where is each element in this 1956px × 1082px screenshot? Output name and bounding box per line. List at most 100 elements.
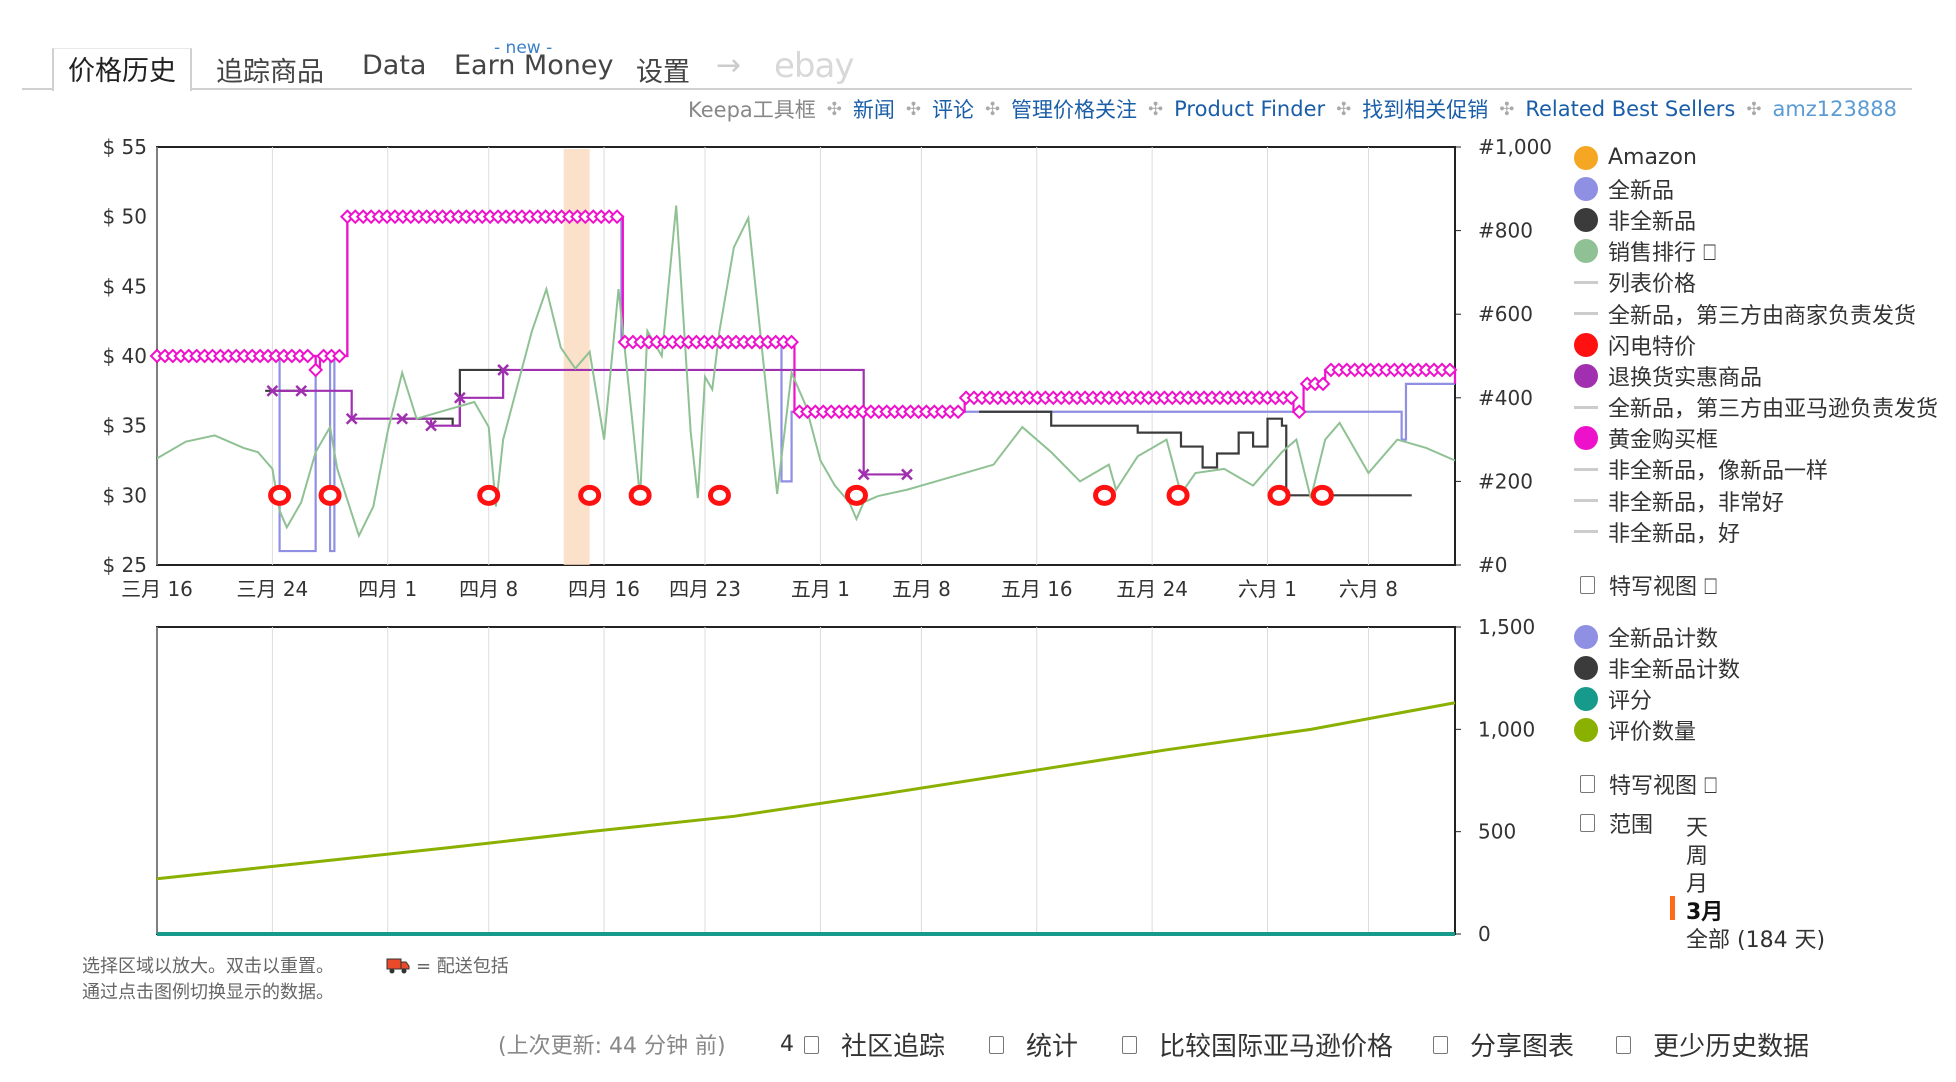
option-label: 分享图表 [1470, 1032, 1575, 1062]
legend-item[interactable]: 全新品计数 [1574, 621, 1740, 652]
legend-label: 评价数量 [1608, 719, 1697, 745]
account-link[interactable]: amz123888 [1772, 97, 1897, 121]
range-option[interactable]: 天 [1686, 810, 1886, 841]
legend-item[interactable]: Amazon [1574, 142, 1938, 173]
range-option[interactable]: 周 [1686, 838, 1886, 869]
legend-item[interactable]: 退换货实惠商品 [1574, 360, 1938, 391]
option-checkbox[interactable] [804, 1035, 819, 1054]
count-y-tick-label: 1,500 [1478, 615, 1535, 639]
lightning-deal-marker[interactable] [318, 484, 342, 506]
truck-icon [386, 955, 410, 979]
legend-item[interactable]: 销售排行 ⎕ [1574, 236, 1938, 267]
legend-label: 退换货实惠商品 [1608, 365, 1763, 391]
option-checkbox[interactable] [989, 1035, 1005, 1054]
legend-item[interactable]: 评价数量 [1574, 714, 1740, 745]
legend-label: 全新品，第三方由商家负责发货 [1608, 303, 1917, 329]
legend-item[interactable]: 黄金购买框 [1574, 423, 1938, 454]
legend-item[interactable]: 全新品，第三方由商家负责发货 [1574, 298, 1938, 329]
separator-icon: ✣ [1746, 98, 1762, 120]
price-legend: Amazon 全新品 非全新品销售排行 ⎕ 列表价格全新品，第三方由商家负责发货 闪电特… [1574, 142, 1938, 547]
x-tick-label: 四月 8 [459, 577, 518, 601]
legend-item[interactable]: 全新品，第三方由亚马逊负责发货 [1574, 392, 1938, 423]
y-tick-label: $ 45 [102, 274, 147, 298]
closeup-checkbox[interactable] [1580, 576, 1595, 594]
count-y-tick-label: 0 [1478, 922, 1491, 946]
x-tick-label: 三月 24 [236, 577, 308, 601]
lightning-deal-marker[interactable] [268, 484, 292, 506]
legend-label: 全新品，第三方由亚马逊负责发货 [1608, 397, 1939, 423]
y-tick-label: $ 35 [102, 414, 147, 438]
legend-label: Amazon [1608, 145, 1697, 171]
range-selected-marker [1670, 896, 1675, 920]
option-checkbox[interactable] [1122, 1035, 1138, 1054]
legend-item[interactable]: 非全新品，好 [1574, 516, 1938, 547]
bottom-option[interactable]: 比较国际亚马逊价格 [1122, 1026, 1393, 1063]
series-dash-icon [1574, 530, 1598, 534]
legend-label: 闪电特价 [1608, 334, 1697, 360]
community-count: 4 [780, 1032, 794, 1057]
option-checkbox[interactable] [1616, 1035, 1632, 1054]
lightning-deal-marker[interactable] [1310, 484, 1334, 506]
legend-item[interactable]: 非全新品，非常好 [1574, 485, 1938, 516]
lightning-deal-marker[interactable] [477, 484, 501, 506]
closeup-toggle-price[interactable]: 特写视图 ⎕ [1580, 570, 1717, 600]
series-dash-icon [1574, 312, 1598, 316]
bottom-option[interactable]: 分享图表 [1433, 1026, 1574, 1063]
legend-item[interactable]: 全新品 [1574, 173, 1938, 204]
range-options: 天周月 3月 全部 (184 天) [1670, 810, 1886, 953]
count-chart-frame [156, 626, 1456, 935]
shipping-note: = 配送包括 [416, 956, 509, 977]
y2-tick-label: #1,000 [1478, 135, 1552, 159]
range-option[interactable]: 月 [1686, 866, 1886, 897]
x-tick-label: 四月 1 [358, 577, 417, 601]
series-dot-icon [1574, 717, 1598, 742]
series-dash-icon [1574, 499, 1598, 503]
series-dash-icon [1574, 467, 1598, 471]
bottom-option[interactable]: 统计 [989, 1026, 1078, 1063]
legend-item[interactable]: 非全新品计数 [1574, 652, 1740, 683]
legend-label: 非全新品，好 [1608, 521, 1741, 547]
y2-tick-label: #400 [1478, 386, 1533, 410]
option-label: 比较国际亚马逊价格 [1159, 1032, 1394, 1062]
y2-tick-label: #200 [1478, 469, 1533, 493]
legend-item[interactable]: 列表价格 [1574, 267, 1938, 298]
option-checkbox[interactable] [1433, 1035, 1449, 1054]
legend-label: 非全新品，像新品一样 [1608, 459, 1829, 485]
range-checkbox[interactable] [1580, 814, 1595, 832]
closeup-label: 特写视图 ⎕ [1609, 774, 1718, 799]
series-dash-icon [1574, 280, 1598, 284]
range-option[interactable]: 3月 [1670, 894, 1886, 925]
legend-item[interactable]: 闪电特价 [1574, 329, 1938, 360]
lightning-deal-marker[interactable] [578, 484, 602, 506]
series-dot-icon [1574, 363, 1598, 388]
y2-tick-label: #0 [1478, 553, 1507, 577]
lightning-deal-marker[interactable] [628, 484, 652, 506]
legend-item[interactable]: 非全新品 [1574, 204, 1938, 235]
closeup-checkbox[interactable] [1580, 775, 1595, 793]
series-dot-icon [1574, 145, 1598, 170]
legend-label: 评分 [1608, 688, 1653, 714]
legend-label: 全新品计数 [1608, 626, 1719, 652]
series-dot-icon [1574, 239, 1598, 264]
lightning-deal-marker[interactable] [1093, 484, 1117, 506]
legend-label: 列表价格 [1608, 272, 1697, 298]
lightning-deal-marker[interactable] [844, 484, 868, 506]
range-toggle[interactable]: 范围 [1580, 808, 1653, 838]
range-option[interactable]: 全部 (184 天) [1686, 922, 1886, 953]
lightning-deal-marker[interactable] [1267, 484, 1291, 506]
count-y-tick-label: 500 [1478, 820, 1516, 844]
legend-item[interactable]: 非全新品，像新品一样 [1574, 454, 1938, 485]
price-history-charts[interactable]: 三月 16 三月 24 四月 1 四月 8 四月 16 四月 23 五月 1 五月 8 五月 1… [0, 0, 1560, 960]
series-dot-icon [1574, 686, 1598, 711]
closeup-toggle-count[interactable]: 特写视图 ⎕ [1580, 769, 1717, 799]
count-legend: 全新品计数 非全新品计数评分评价数量 [1574, 621, 1740, 745]
series-dot-icon [1574, 332, 1598, 357]
lightning-deal-marker[interactable] [1166, 484, 1190, 506]
legend-label: 销售排行 ⎕ [1608, 241, 1717, 267]
legend-item[interactable]: 评分 [1574, 683, 1740, 714]
legend-label: 黄金购买框 [1608, 428, 1719, 454]
bottom-option[interactable]: 更少历史数据 [1616, 1026, 1809, 1063]
bottom-option[interactable]: 社区追踪 [804, 1026, 945, 1063]
lightning-deal-marker[interactable] [707, 484, 731, 506]
y-tick-label: $ 55 [102, 135, 147, 159]
